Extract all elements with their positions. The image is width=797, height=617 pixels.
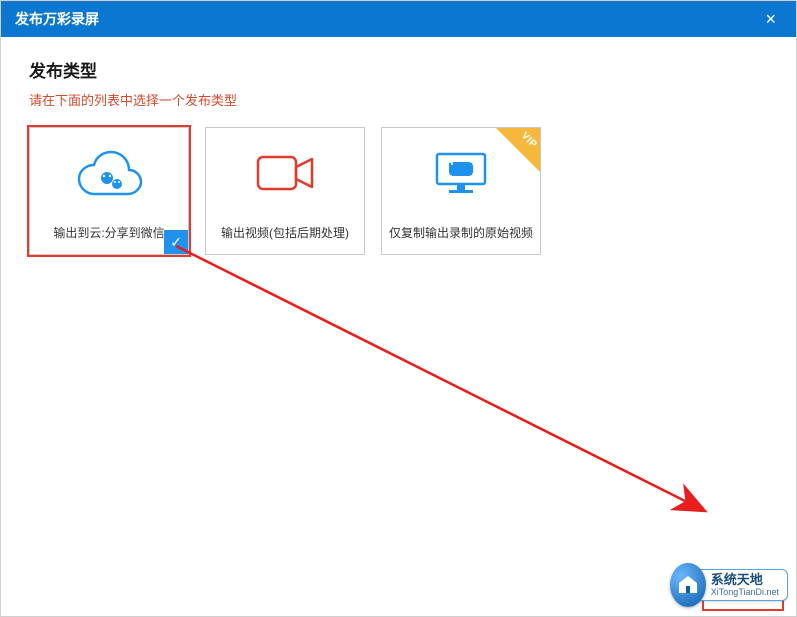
video-icon	[206, 128, 364, 218]
vip-ribbon	[496, 128, 540, 172]
check-icon: ✓	[164, 230, 188, 254]
annotation-arrow	[171, 241, 731, 531]
option-cloud-label: 输出到云:分享到微信	[47, 218, 170, 254]
content-area: 发布类型 请在下面的列表中选择一个发布类型 输出到云:分享到微信 ✓	[1, 37, 796, 275]
option-cloud[interactable]: 输出到云:分享到微信 ✓	[29, 127, 189, 255]
next-button[interactable]	[707, 583, 779, 601]
close-icon[interactable]: ×	[759, 9, 782, 30]
option-copy-label: 仅复制输出录制的原始视频	[383, 218, 539, 254]
next-button-highlight	[702, 578, 784, 611]
watermark-logo-icon	[670, 563, 706, 607]
cloud-icon	[30, 128, 188, 218]
section-title: 发布类型	[29, 57, 768, 82]
option-video[interactable]: 输出视频(包括后期处理)	[205, 127, 365, 255]
option-video-label: 输出视频(包括后期处理)	[215, 218, 355, 254]
section-hint: 请在下面的列表中选择一个发布类型	[29, 90, 768, 109]
titlebar: 发布万彩录屏 ×	[1, 1, 796, 37]
options-row: 输出到云:分享到微信 ✓ 输出视频(包括后期处理) VIP	[29, 127, 768, 255]
option-copy[interactable]: VIP 仅复制输出录制的原始视频	[381, 127, 541, 255]
window-title: 发布万彩录屏	[15, 9, 99, 29]
